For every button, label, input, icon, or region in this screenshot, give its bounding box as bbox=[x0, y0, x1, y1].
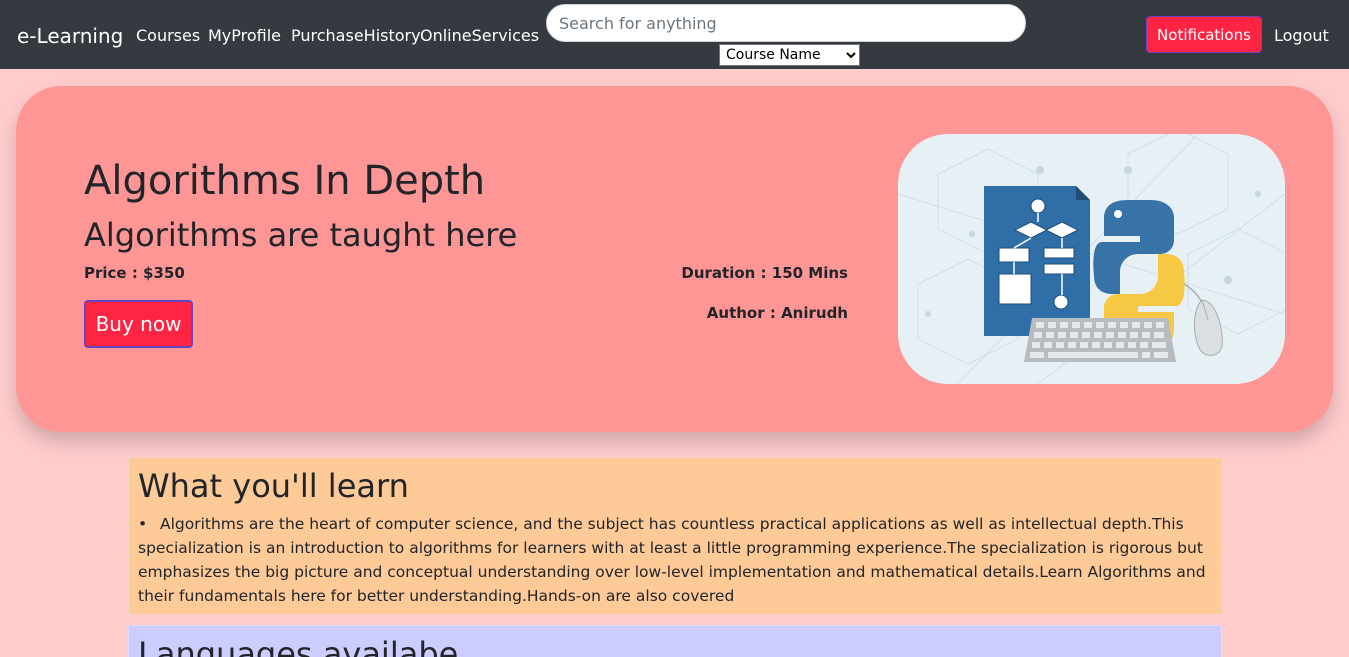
course-hero-card: Algorithms In Depth Algorithms are taugh… bbox=[16, 86, 1333, 432]
learn-heading: What you'll learn bbox=[138, 467, 409, 505]
flowchart-python-keyboard-icon bbox=[898, 134, 1285, 384]
learn-item-text: Algorithms are the heart of computer sci… bbox=[138, 515, 1206, 605]
course-duration: Duration : 150 Mins bbox=[681, 264, 848, 282]
bullet-icon: • bbox=[138, 515, 148, 533]
learn-list: • Algorithms are the heart of computer sc… bbox=[138, 512, 1212, 608]
buy-now-button[interactable]: Buy now bbox=[84, 300, 193, 348]
course-subtitle: Algorithms are taught here bbox=[84, 216, 518, 254]
nav-link-purchasehistory[interactable]: PurchaseHistory bbox=[291, 26, 421, 45]
course-author: Author : Anirudh bbox=[706, 304, 848, 322]
brand-logo-link[interactable]: e-Learning bbox=[17, 24, 123, 48]
logout-link[interactable]: Logout bbox=[1274, 26, 1329, 45]
notifications-button[interactable]: Notifications bbox=[1146, 16, 1262, 53]
nav-link-courses[interactable]: Courses bbox=[136, 26, 200, 45]
list-item: • Algorithms are the heart of computer sc… bbox=[138, 512, 1212, 608]
what-youll-learn-section: What you'll learn • Algorithms are the he… bbox=[128, 457, 1222, 615]
top-navbar: e-Learning Courses MyProfile PurchaseHis… bbox=[0, 0, 1349, 69]
search-input[interactable] bbox=[546, 4, 1026, 42]
course-image bbox=[898, 134, 1285, 384]
course-title: Algorithms In Depth bbox=[84, 158, 486, 204]
languages-heading: Languages availabe bbox=[138, 635, 459, 657]
course-price: Price : $350 bbox=[84, 264, 185, 282]
nav-link-onlineservices[interactable]: OnlineServices bbox=[420, 26, 539, 45]
languages-section: Languages availabe bbox=[128, 625, 1222, 657]
nav-link-myprofile[interactable]: MyProfile bbox=[208, 26, 281, 45]
search-filter-select[interactable]: Course Name bbox=[719, 44, 860, 66]
